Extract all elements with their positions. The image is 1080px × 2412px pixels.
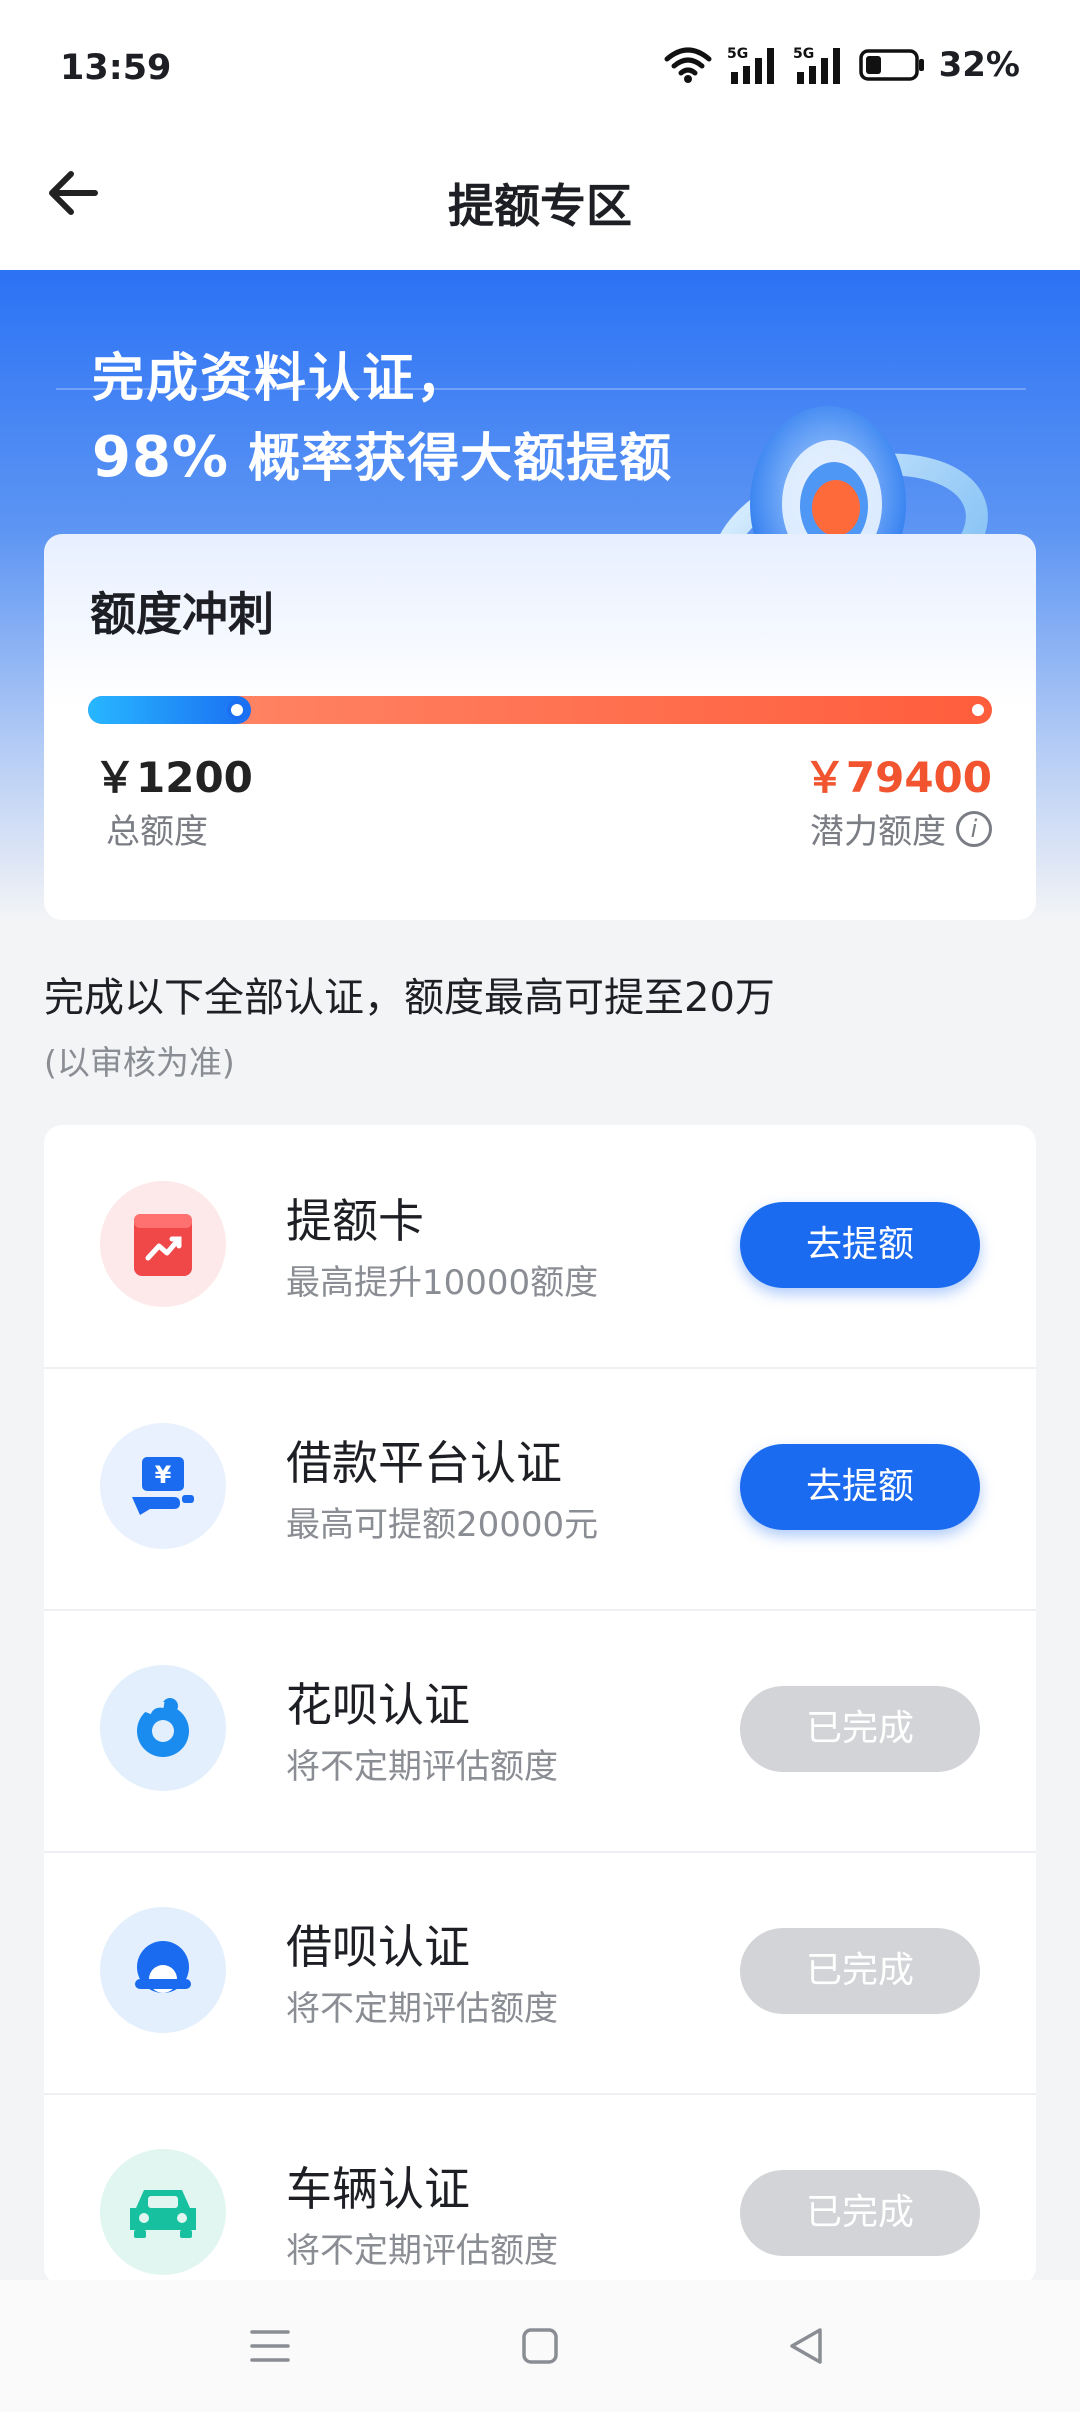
info-icon[interactable]: i	[956, 810, 992, 847]
status-bar: 13:59 5G 5G 32%	[0, 0, 1080, 130]
nav-bar: 提额专区	[0, 130, 1080, 270]
progress-current-marker	[227, 700, 247, 720]
page-title: 提额专区	[448, 179, 632, 233]
item-subtitle: 最高可提额20000元	[286, 1505, 599, 1545]
item-subtitle: 将不定期评估额度	[286, 1747, 558, 1787]
section-title: 完成以下全部认证，额度最高可提至20万	[44, 975, 775, 1021]
item-subtitle: 最高提升10000额度	[286, 1263, 599, 1303]
potential-amount: ￥79400	[803, 753, 992, 802]
hero-banner: 完成资料认证， 98% 概率获得大额提额 额度冲刺 ￥1200 总额度 ￥794…	[0, 270, 1080, 920]
list-item: 车辆认证 将不定期评估额度 已完成	[44, 2093, 1036, 2285]
quota-card: 额度冲刺 ￥1200 总额度 ￥79400 潜力额度 i	[44, 534, 1036, 920]
menu-button[interactable]	[240, 2316, 300, 2376]
hero-divider	[56, 388, 1026, 390]
status-time: 13:59	[60, 48, 172, 88]
item-title: 借呗认证	[286, 1920, 470, 1974]
hero-subheadline: 98% 概率获得大额提额	[88, 416, 673, 491]
completed-button[interactable]: 已完成	[740, 1686, 980, 1772]
list-item: 花呗认证 将不定期评估额度 已完成	[44, 1609, 1036, 1853]
home-button[interactable]	[510, 2316, 570, 2376]
total-amount: ￥1200	[94, 753, 253, 802]
item-title: 提额卡	[286, 1194, 424, 1248]
car-icon	[100, 2149, 226, 2275]
hero-headline: 完成资料认证，	[92, 349, 471, 409]
completed-button[interactable]: 已完成	[740, 1928, 980, 2014]
status-icons: 5G 5G 32%	[663, 44, 1020, 86]
yuan-hand-icon: ¥	[100, 1423, 226, 1549]
list-item: 提额卡 最高提升10000额度 去提额	[44, 1125, 1036, 1369]
completed-button[interactable]: 已完成	[740, 2170, 980, 2256]
back-nav-button[interactable]	[776, 2316, 836, 2376]
wifi-icon	[664, 47, 712, 83]
section-note: (以审核为准)	[44, 1043, 235, 1082]
total-label: 总额度	[106, 812, 208, 852]
quota-title: 额度冲刺	[90, 587, 274, 641]
hero-line2-rest: 概率获得大额提额	[229, 429, 673, 489]
svg-text:5G: 5G	[727, 46, 748, 62]
svg-text:¥: ¥	[155, 1461, 172, 1489]
raise-limit-button[interactable]: 去提额	[740, 1202, 980, 1288]
signal-5g-icon: 5G	[727, 46, 774, 84]
item-title: 车辆认证	[286, 2162, 470, 2216]
battery-percent: 32%	[938, 45, 1020, 85]
certification-list: 提额卡 最高提升10000额度 去提额 ¥ 借款平台认证 最高可提额20000元…	[44, 1125, 1036, 2285]
hero-percent: 98%	[88, 425, 234, 490]
raise-limit-button[interactable]: 去提额	[740, 1444, 980, 1530]
battery-icon	[858, 49, 924, 81]
hero-percent-value: 98%	[92, 425, 230, 490]
item-subtitle: 将不定期评估额度	[286, 1989, 558, 2029]
item-title: 借款平台认证	[286, 1436, 562, 1490]
progress-end-marker	[968, 700, 988, 720]
item-subtitle: 将不定期评估额度	[286, 2231, 558, 2271]
quota-progress-bar	[88, 696, 992, 724]
home-square-icon	[522, 2328, 558, 2364]
list-item: ¥ 借款平台认证 最高可提额20000元 去提额	[44, 1367, 1036, 1611]
back-triangle-icon	[790, 2328, 822, 2364]
potential-label: 潜力额度	[810, 812, 946, 852]
item-title: 花呗认证	[286, 1678, 470, 1732]
potential-label-group: 潜力额度 i	[810, 804, 992, 853]
signal-5g-icon: 5G	[793, 46, 840, 84]
huabei-icon	[100, 1665, 226, 1791]
red-card-chart-icon	[100, 1181, 226, 1307]
jiebei-icon	[100, 1907, 226, 2033]
svg-text:5G: 5G	[793, 46, 814, 62]
system-navigation-bar	[0, 2280, 1080, 2412]
list-item: 借呗认证 将不定期评估额度 已完成	[44, 1851, 1036, 2095]
menu-icon	[250, 2330, 290, 2362]
